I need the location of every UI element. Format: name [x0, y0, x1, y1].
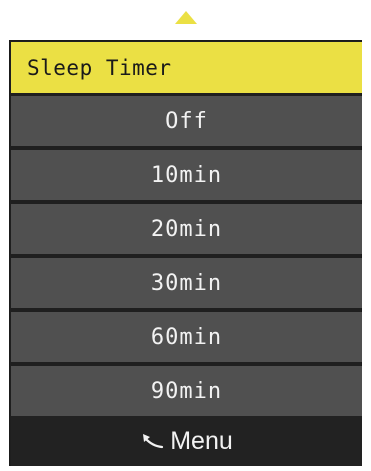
- scroll-up-indicator-icon: [175, 11, 197, 24]
- back-arrow-icon: [143, 434, 164, 449]
- option-off[interactable]: Off: [11, 96, 362, 146]
- sleep-timer-menu: Sleep Timer Off 10min 20min 30min 60min …: [9, 40, 362, 466]
- option-30min[interactable]: 30min: [11, 258, 362, 308]
- option-90min[interactable]: 90min: [11, 366, 362, 416]
- menu-back-label: Menu: [170, 426, 233, 455]
- option-60min[interactable]: 60min: [11, 312, 362, 362]
- option-10min[interactable]: 10min: [11, 150, 362, 200]
- menu-title: Sleep Timer: [11, 42, 362, 93]
- option-20min[interactable]: 20min: [11, 204, 362, 254]
- menu-back-button[interactable]: Menu: [11, 416, 362, 466]
